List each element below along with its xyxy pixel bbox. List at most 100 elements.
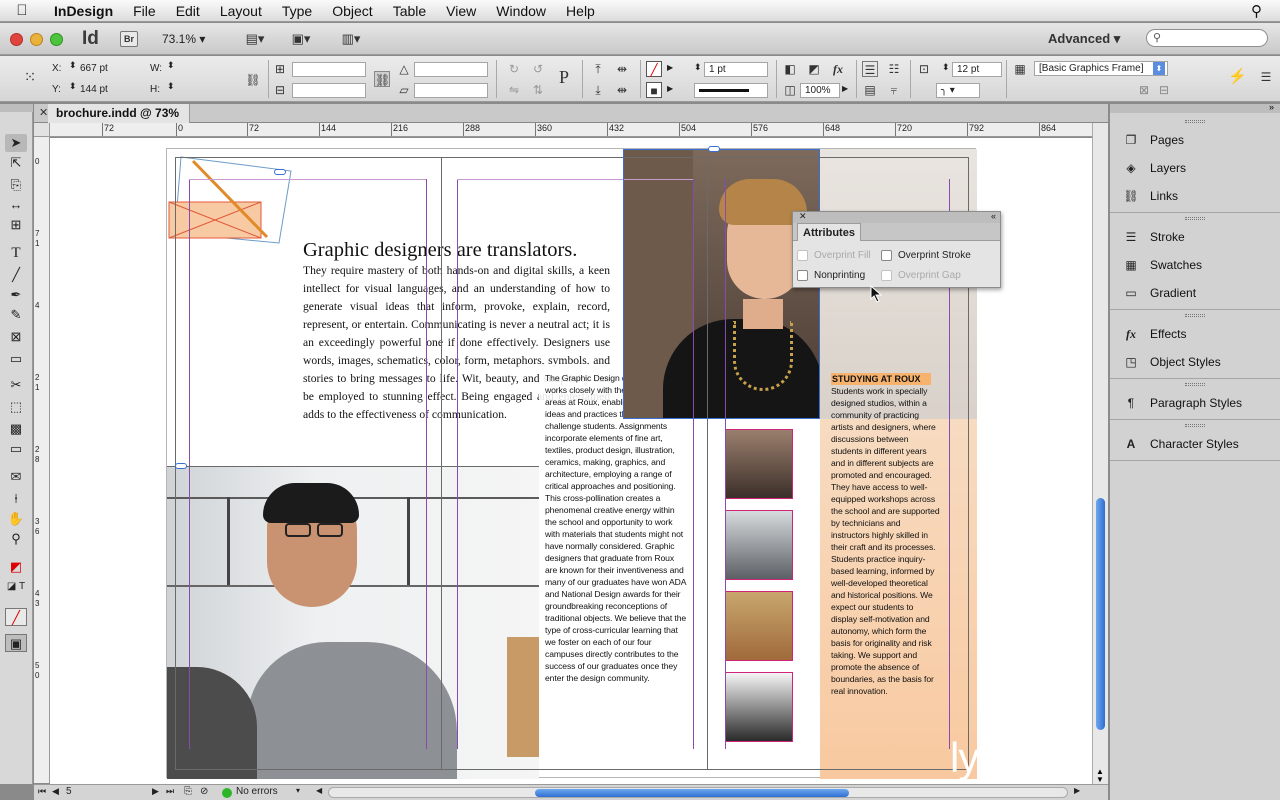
fill-stroke-swatch-icon[interactable]: ◩ — [5, 558, 27, 576]
collapse-dock-icon[interactable]: » — [1269, 102, 1274, 112]
control-panel-menu-icon[interactable]: ☰ — [1258, 69, 1274, 85]
stroke-swatch-icon[interactable]: ■ — [646, 82, 662, 98]
horizontal-ruler[interactable]: 72 0 72 144 216 288 360 432 504 576 648 … — [50, 123, 1092, 137]
stroke-weight-field[interactable]: 1 pt — [704, 62, 768, 77]
stroke-swatch-dropdown-icon[interactable]: ▶ — [667, 84, 673, 93]
open-document-page-icon[interactable]: ⎘ — [184, 786, 192, 797]
minimize-window-button[interactable] — [30, 33, 43, 46]
overprint-fill-checkbox[interactable] — [797, 250, 808, 261]
close-window-button[interactable] — [10, 33, 23, 46]
fill-swatch-none-icon[interactable]: ╱ — [646, 61, 662, 77]
panel-swatches[interactable]: ▦ Swatches — [1110, 251, 1280, 279]
constrain-scale-icon[interactable]: ⛓ — [374, 71, 390, 87]
reference-point-icon[interactable]: ⁙ — [22, 70, 38, 86]
panel-stroke[interactable]: ☰ Stroke — [1110, 223, 1280, 251]
search-field[interactable]: ⚲ — [1146, 29, 1268, 47]
first-page-icon[interactable]: ⏮ — [38, 786, 46, 797]
hand-tool-icon[interactable]: ✋ — [5, 510, 27, 528]
scroll-left-arrow-icon[interactable]: ◀ — [316, 786, 322, 795]
effects-square-icon[interactable]: ◩ — [806, 61, 822, 77]
select-container-icon[interactable]: ⤒ — [590, 61, 606, 77]
rectangle-frame-tool-icon[interactable]: ⊠ — [5, 328, 27, 346]
select-previous-icon[interactable]: ⇹ — [614, 61, 630, 77]
x-field[interactable]: 667 pt — [80, 63, 108, 74]
stroke-type-dropdown[interactable] — [694, 83, 768, 98]
page-tool-icon[interactable]: ⎘ — [5, 176, 27, 194]
scale-y-field[interactable] — [292, 83, 366, 98]
constrain-proportions-icon[interactable]: ⛓ — [245, 72, 261, 88]
corner-options-dropdown[interactable]: ╮ ▾ — [936, 83, 980, 98]
scale-x-field[interactable] — [292, 62, 366, 77]
apple-icon[interactable]:  — [0, 2, 44, 19]
gradient-feather-tool-icon[interactable]: ▭ — [5, 440, 27, 458]
drop-shadow-icon[interactable]: ◧ — [782, 61, 798, 77]
pencil-tool-icon[interactable]: ✎ — [5, 306, 27, 324]
menu-window[interactable]: Window — [486, 0, 556, 22]
preflight-menu-icon[interactable]: ▾ — [296, 786, 300, 795]
wrap-around-icon[interactable]: ▤ — [862, 82, 878, 98]
panel-paragraph-styles[interactable]: ¶ Paragraph Styles — [1110, 389, 1280, 417]
line-tool-icon[interactable]: ╱ — [5, 266, 27, 284]
default-fill-stroke-icon[interactable]: ◪ T — [5, 578, 27, 596]
pen-tool-icon[interactable]: ✒ — [5, 286, 27, 304]
bridge-button[interactable]: Br — [120, 31, 138, 47]
close-document-icon[interactable]: ✕ — [39, 106, 48, 119]
selection-tool-icon[interactable]: ➤ — [5, 134, 27, 152]
scroll-right-arrow-icon[interactable]: ▶ — [1074, 786, 1080, 795]
x-stepper-icon[interactable]: ⬍ — [69, 60, 77, 71]
next-page-icon[interactable]: ▶ — [152, 786, 159, 797]
attributes-collapse-icon[interactable]: « — [991, 211, 996, 221]
note-tool-icon[interactable]: ✉ — [5, 468, 27, 486]
view-options-button[interactable]: ▤▾ — [236, 30, 274, 48]
select-next-icon[interactable]: ⇹ — [614, 82, 630, 98]
clear-style-icon[interactable]: ⊟ — [1156, 82, 1172, 98]
vertical-scrollbar[interactable]: ▲ ▼ — [1092, 123, 1108, 784]
menu-app[interactable]: InDesign — [44, 0, 123, 22]
content-collector-tool-icon[interactable]: ⊞ — [5, 216, 27, 234]
workspace-switcher[interactable]: Advanced ▾ — [1048, 31, 1120, 47]
w-stepper-icon[interactable]: ⬍ — [167, 60, 175, 71]
rotate-cw-icon[interactable]: ↻ — [506, 61, 522, 77]
clear-overrides-icon[interactable]: ⊠ — [1136, 82, 1152, 98]
overprint-gap-checkbox[interactable] — [881, 270, 892, 281]
shear-field[interactable] — [414, 83, 488, 98]
arrange-documents-button[interactable]: ▥▾ — [332, 30, 370, 48]
y-field[interactable]: 144 pt — [80, 84, 108, 95]
page-number-field[interactable]: 5 — [66, 786, 146, 799]
document-tab[interactable]: brochure.indd @ 73% — [48, 104, 191, 123]
zoom-level-dropdown[interactable]: 73.1% ▾ — [162, 32, 205, 46]
zoom-window-button[interactable] — [50, 33, 63, 46]
zoom-tool-icon[interactable]: ⚲ — [5, 530, 27, 548]
preflight-icon[interactable]: ⊘ — [200, 786, 208, 797]
flip-vertical-icon[interactable]: ⇅ — [530, 82, 546, 98]
flip-horizontal-icon[interactable]: ⇋ — [506, 82, 522, 98]
menu-file[interactable]: File — [123, 0, 166, 22]
fitting-field[interactable]: 12 pt — [952, 62, 1002, 77]
menu-table[interactable]: Table — [383, 0, 436, 22]
text-wrap-icon[interactable]: ☷ — [886, 61, 902, 77]
fitting-stepper-icon[interactable]: ⬍ — [942, 62, 950, 73]
free-transform-tool-icon[interactable]: ⬚ — [5, 398, 27, 416]
screen-mode-button[interactable]: ▣▾ — [282, 30, 320, 48]
panel-links[interactable]: ⛓ Links — [1110, 182, 1280, 210]
panel-layers[interactable]: ◈ Layers — [1110, 154, 1280, 182]
stroke-weight-stepper-icon[interactable]: ⬍ — [694, 62, 702, 73]
spotlight-search-icon[interactable]: ⚲ — [1251, 2, 1262, 20]
previous-page-icon[interactable]: ◀ — [52, 786, 59, 797]
nonprinting-checkbox[interactable] — [797, 270, 808, 281]
panel-object-styles[interactable]: ◳ Object Styles — [1110, 348, 1280, 376]
selected-frame[interactable] — [623, 149, 820, 419]
horizontal-scroll-thumb[interactable] — [535, 789, 849, 797]
panel-pages[interactable]: ❐ Pages — [1110, 126, 1280, 154]
quick-apply-icon[interactable]: ⚡ — [1228, 69, 1247, 85]
attributes-close-icon[interactable]: ✕ — [799, 211, 807, 222]
type-tool-icon[interactable]: T — [5, 244, 27, 262]
preflight-status[interactable]: No errors — [236, 786, 278, 797]
y-stepper-icon[interactable]: ⬍ — [69, 81, 77, 92]
screen-mode-icon[interactable]: ▣ — [5, 634, 27, 652]
rotation-field[interactable] — [414, 62, 488, 77]
gradient-swatch-tool-icon[interactable]: ▩ — [5, 420, 27, 438]
wrap-jump-icon[interactable]: ⫧ — [886, 82, 902, 98]
last-page-icon[interactable]: ⏭ — [166, 786, 174, 797]
ruler-origin[interactable] — [34, 123, 50, 137]
